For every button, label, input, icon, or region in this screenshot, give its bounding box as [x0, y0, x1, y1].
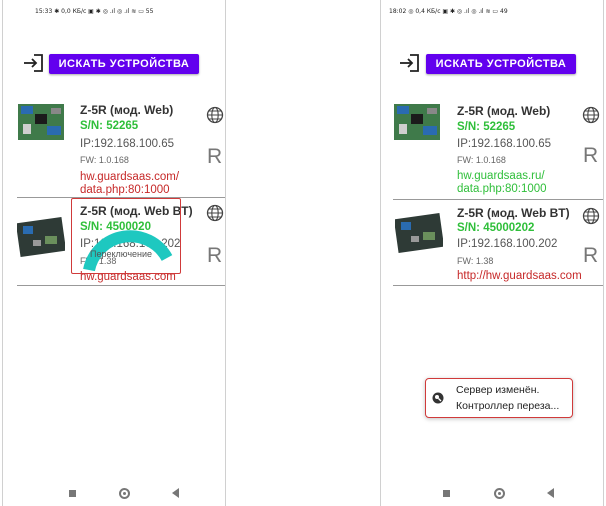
- device-server-url: hw.guardsaas.ru/: [457, 170, 545, 182]
- globe-icon[interactable]: [206, 106, 224, 124]
- controller-board-image: [394, 104, 440, 140]
- login-icon[interactable]: [23, 53, 45, 73]
- phone-screen-right: 18:02 ◎ 0,4 КБ/с ▣ ✱ ◎ .ıl ◎ .ıl ≋ ▭ 49 …: [380, 0, 604, 506]
- status-bar: 18:02 ◎ 0,4 КБ/с ▣ ✱ ◎ .ıl ◎ .ıl ≋ ▭ 49: [381, 0, 603, 24]
- device-name: Z-5R (мод. Web): [80, 103, 174, 117]
- device-firmware: FW: 1.0.168: [457, 155, 506, 165]
- status-bar: 15:33 ✱ 0,0 КБ/с ▣ ✱ ◎ .ıl ◎ .ıl ≋ ▭ 55: [3, 0, 225, 24]
- device-serial: S/N: 45000202: [457, 222, 535, 234]
- device-server-url: hw.guardsaas.com/: [80, 171, 180, 183]
- device-server-url: http://hw.guardsaas.com: [457, 270, 582, 282]
- device-ip: IP:192.168.100.65: [80, 138, 174, 150]
- reset-button[interactable]: R: [207, 244, 222, 268]
- phone-screen-left: 15:33 ✱ 0,0 КБ/с ▣ ✱ ◎ .ıl ◎ .ıl ≋ ▭ 55 …: [2, 0, 226, 506]
- controller-board-image: [17, 216, 65, 258]
- divider: [393, 199, 603, 200]
- switching-highlight: [71, 198, 181, 274]
- globe-icon[interactable]: [582, 207, 600, 225]
- recents-icon[interactable]: [443, 490, 450, 497]
- device-server-url-cont: data.php:80:1000: [457, 183, 547, 195]
- device-server-url-cont: data.php:80:1000: [80, 184, 170, 196]
- device-firmware: FW: 1.0.168: [80, 155, 129, 165]
- toast-notification: Сервер изменён. Контроллер переза...: [425, 378, 573, 418]
- recents-icon[interactable]: [69, 490, 76, 497]
- divider: [17, 285, 225, 286]
- toast-message-line2: Контроллер переза...: [456, 400, 560, 412]
- controller-board-image: [395, 212, 443, 254]
- back-icon[interactable]: [172, 488, 179, 498]
- search-devices-button[interactable]: ИСКАТЬ УСТРОЙСТВА: [426, 54, 576, 74]
- device-serial: S/N: 52265: [80, 120, 139, 132]
- device-ip: IP:192.168.100.65: [457, 138, 551, 150]
- reset-button[interactable]: R: [583, 144, 598, 168]
- globe-icon[interactable]: [582, 106, 600, 124]
- device-ip: IP:192.168.100.202: [457, 238, 558, 250]
- navigation-bar: [3, 478, 225, 506]
- home-icon[interactable]: [494, 488, 505, 499]
- navigation-bar: [381, 478, 603, 506]
- reset-button[interactable]: R: [207, 145, 222, 169]
- switching-label: Переключение: [90, 249, 153, 259]
- search-devices-button[interactable]: ИСКАТЬ УСТРОЙСТВА: [49, 54, 199, 74]
- app-icon: [432, 392, 444, 404]
- reset-button[interactable]: R: [583, 244, 598, 268]
- back-icon[interactable]: [547, 488, 554, 498]
- home-icon[interactable]: [119, 488, 130, 499]
- globe-icon[interactable]: [206, 204, 224, 222]
- device-firmware: FW: 1.38: [457, 256, 494, 266]
- divider: [393, 285, 603, 286]
- controller-board-image: [18, 104, 64, 140]
- device-name: Z-5R (мод. Web): [457, 104, 551, 118]
- login-icon[interactable]: [399, 53, 421, 73]
- device-name: Z-5R (мод. Web BT): [457, 206, 570, 220]
- device-serial: S/N: 52265: [457, 121, 516, 133]
- toast-message-line1: Сервер изменён.: [456, 384, 540, 396]
